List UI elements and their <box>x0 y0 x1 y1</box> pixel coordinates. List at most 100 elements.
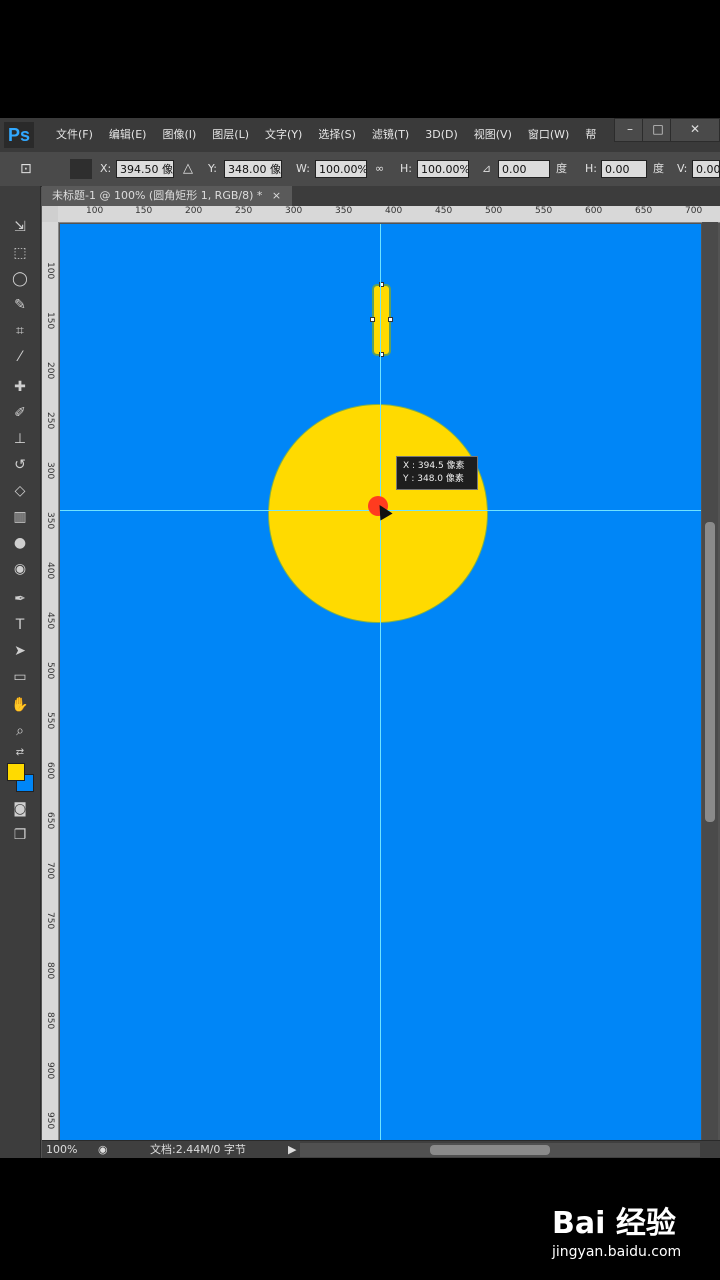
quick-mask-icon[interactable]: ◙ <box>8 798 32 820</box>
vskew-label: V: <box>677 162 688 175</box>
ruler-left-tick: 500 <box>45 662 55 680</box>
status-bar: 100% ◉ 文档:2.44M/0 字节 ▶ <box>42 1140 720 1158</box>
menu-select[interactable]: 选择(S) <box>310 118 364 152</box>
horizontal-scrollbar-thumb[interactable] <box>430 1145 550 1155</box>
ruler-left-tick: 900 <box>45 1062 55 1080</box>
status-info-icon[interactable]: ◉ <box>98 1141 108 1158</box>
ruler-top-tick: 600 <box>585 206 603 216</box>
ruler-left-tick: 750 <box>45 912 55 930</box>
hskew-field[interactable]: 0.00 <box>601 160 647 178</box>
menu-help[interactable]: 帮 <box>577 118 604 152</box>
eyedropper-tool-icon[interactable]: ⁄ <box>8 346 32 368</box>
ruler-left-tick: 350 <box>45 512 55 530</box>
transform-icon[interactable]: ⊡ <box>20 158 32 180</box>
rotate-icon: ⊿ <box>482 162 492 175</box>
menu-layer[interactable]: 图层(L) <box>204 118 257 152</box>
gradient-tool-icon[interactable]: ▥ <box>8 506 32 528</box>
eraser-tool-icon[interactable]: ◇ <box>8 480 32 502</box>
ruler-left-tick: 100 <box>45 262 55 280</box>
zoom-level[interactable]: 100% <box>46 1141 77 1158</box>
ruler-left-tick: 600 <box>45 762 55 780</box>
crop-tool-icon[interactable]: ⌗ <box>8 320 32 342</box>
y-field[interactable]: 348.00 像素 <box>224 160 282 178</box>
tooltip-x: X : 394.5 像素 <box>403 461 465 471</box>
document-tab-title: 未标题-1 @ 100% (圆角矩形 1, RGB/8) * <box>52 189 263 202</box>
angle-field[interactable]: 0.00 <box>498 160 550 178</box>
link-icon[interactable]: ∞ <box>375 158 384 180</box>
anchor-point[interactable] <box>370 317 375 322</box>
document-tab-bar: 未标题-1 @ 100% (圆角矩形 1, RGB/8) * × <box>42 186 720 206</box>
zoom-tool-icon[interactable]: ⌕ <box>8 720 32 742</box>
hskew-label: H: <box>585 162 597 175</box>
ruler-top-tick: 300 <box>285 206 303 216</box>
baidu-site: jingyan.baidu.com <box>552 1244 682 1260</box>
h-field[interactable]: 100.00% <box>417 160 469 178</box>
document-tab[interactable]: 未标题-1 @ 100% (圆角矩形 1, RGB/8) * × <box>42 186 292 206</box>
menu-items: 文件(F) 编辑(E) 图像(I) 图层(L) 文字(Y) 选择(S) 滤镜(T… <box>48 118 604 152</box>
marquee-tool-icon[interactable]: ⬚ <box>8 242 32 264</box>
ruler-corner <box>42 206 58 222</box>
history-brush-icon[interactable]: ↺ <box>8 454 32 476</box>
ruler-left-tick: 650 <box>45 812 55 830</box>
vertical-guide[interactable] <box>380 224 381 1140</box>
brush-tool-icon[interactable]: ✐ <box>8 402 32 424</box>
tools-panel: ⇲ ⬚ ◯ ✎ ⌗ ⁄ ✚ ✐ ⊥ ↺ ◇ ▥ ● ◉ ✒ T ➤ ▭ ✋ ⌕ … <box>0 186 41 1158</box>
photoshop-window: Ps 文件(F) 编辑(E) 图像(I) 图层(L) 文字(Y) 选择(S) 滤… <box>0 118 720 1158</box>
ruler-left-tick: 200 <box>45 362 55 380</box>
stamp-tool-icon[interactable]: ⊥ <box>8 428 32 450</box>
ruler-top: 100 150 200 250 300 350 400 450 500 550 … <box>58 206 720 223</box>
menu-image[interactable]: 图像(I) <box>154 118 204 152</box>
healing-brush-icon[interactable]: ✚ <box>8 376 32 398</box>
ps-logo: Ps <box>4 122 34 148</box>
dodge-tool-icon[interactable]: ◉ <box>8 558 32 580</box>
hskew-unit: 度 <box>653 162 664 175</box>
vertical-scrollbar-thumb[interactable] <box>705 522 715 822</box>
screen-mode-icon[interactable]: ❐ <box>8 824 32 846</box>
menu-filter[interactable]: 滤镜(T) <box>364 118 417 152</box>
vertical-scrollbar[interactable] <box>702 222 718 1140</box>
ruler-left-tick: 450 <box>45 612 55 630</box>
menu-3d[interactable]: 3D(D) <box>417 118 466 152</box>
h-label: H: <box>400 162 412 175</box>
path-select-icon[interactable]: ➤ <box>8 640 32 662</box>
menu-file[interactable]: 文件(F) <box>48 118 101 152</box>
close-button[interactable]: ✕ <box>670 118 720 142</box>
pen-tool-icon[interactable]: ✒ <box>8 588 32 610</box>
ruler-left: 100 150 200 250 300 350 400 450 500 550 … <box>42 222 59 1140</box>
anchor-point[interactable] <box>388 317 393 322</box>
ruler-left-tick: 250 <box>45 412 55 430</box>
ruler-left-tick: 400 <box>45 562 55 580</box>
menu-edit[interactable]: 编辑(E) <box>101 118 155 152</box>
blur-tool-icon[interactable]: ● <box>8 532 32 554</box>
swap-colors-icon[interactable]: ⇄ <box>8 742 32 764</box>
ruler-top-tick: 400 <box>385 206 403 216</box>
horizontal-scrollbar[interactable] <box>300 1143 700 1157</box>
relative-position-icon[interactable]: △ <box>183 158 193 180</box>
document-tab-close-icon[interactable]: × <box>272 189 281 202</box>
ruler-left-tick: 550 <box>45 712 55 730</box>
w-field[interactable]: 100.00% <box>315 160 367 178</box>
menu-view[interactable]: 视图(V) <box>466 118 520 152</box>
ruler-left-tick: 850 <box>45 1012 55 1030</box>
ruler-top-tick: 700 <box>685 206 703 216</box>
vskew-field[interactable]: 0.00 <box>692 160 720 178</box>
hand-tool-icon[interactable]: ✋ <box>8 694 32 716</box>
move-tool-icon[interactable]: ⇲ <box>8 216 32 238</box>
menu-type[interactable]: 文字(Y) <box>257 118 310 152</box>
w-label: W: <box>296 162 310 175</box>
ruler-left-tick: 300 <box>45 462 55 480</box>
quick-select-tool-icon[interactable]: ✎ <box>8 294 32 316</box>
ruler-top-tick: 350 <box>335 206 353 216</box>
lasso-tool-icon[interactable]: ◯ <box>8 268 32 290</box>
type-tool-icon[interactable]: T <box>8 614 32 636</box>
x-field[interactable]: 394.50 像素 <box>116 160 174 178</box>
foreground-color-swatch[interactable] <box>7 763 25 781</box>
baidu-watermark: Bai 经验 jingyan.baidu.com <box>552 1198 712 1268</box>
status-menu-arrow-icon[interactable]: ▶ <box>288 1141 296 1158</box>
document-canvas[interactable]: X : 394.5 像素 Y : 348.0 像素 <box>60 224 701 1140</box>
baidu-logo: Bai 经验 <box>552 1206 676 1241</box>
ruler-top-tick: 500 <box>485 206 503 216</box>
reference-point-icon[interactable] <box>70 159 92 179</box>
menu-window[interactable]: 窗口(W) <box>520 118 577 152</box>
shape-tool-icon[interactable]: ▭ <box>8 666 32 688</box>
